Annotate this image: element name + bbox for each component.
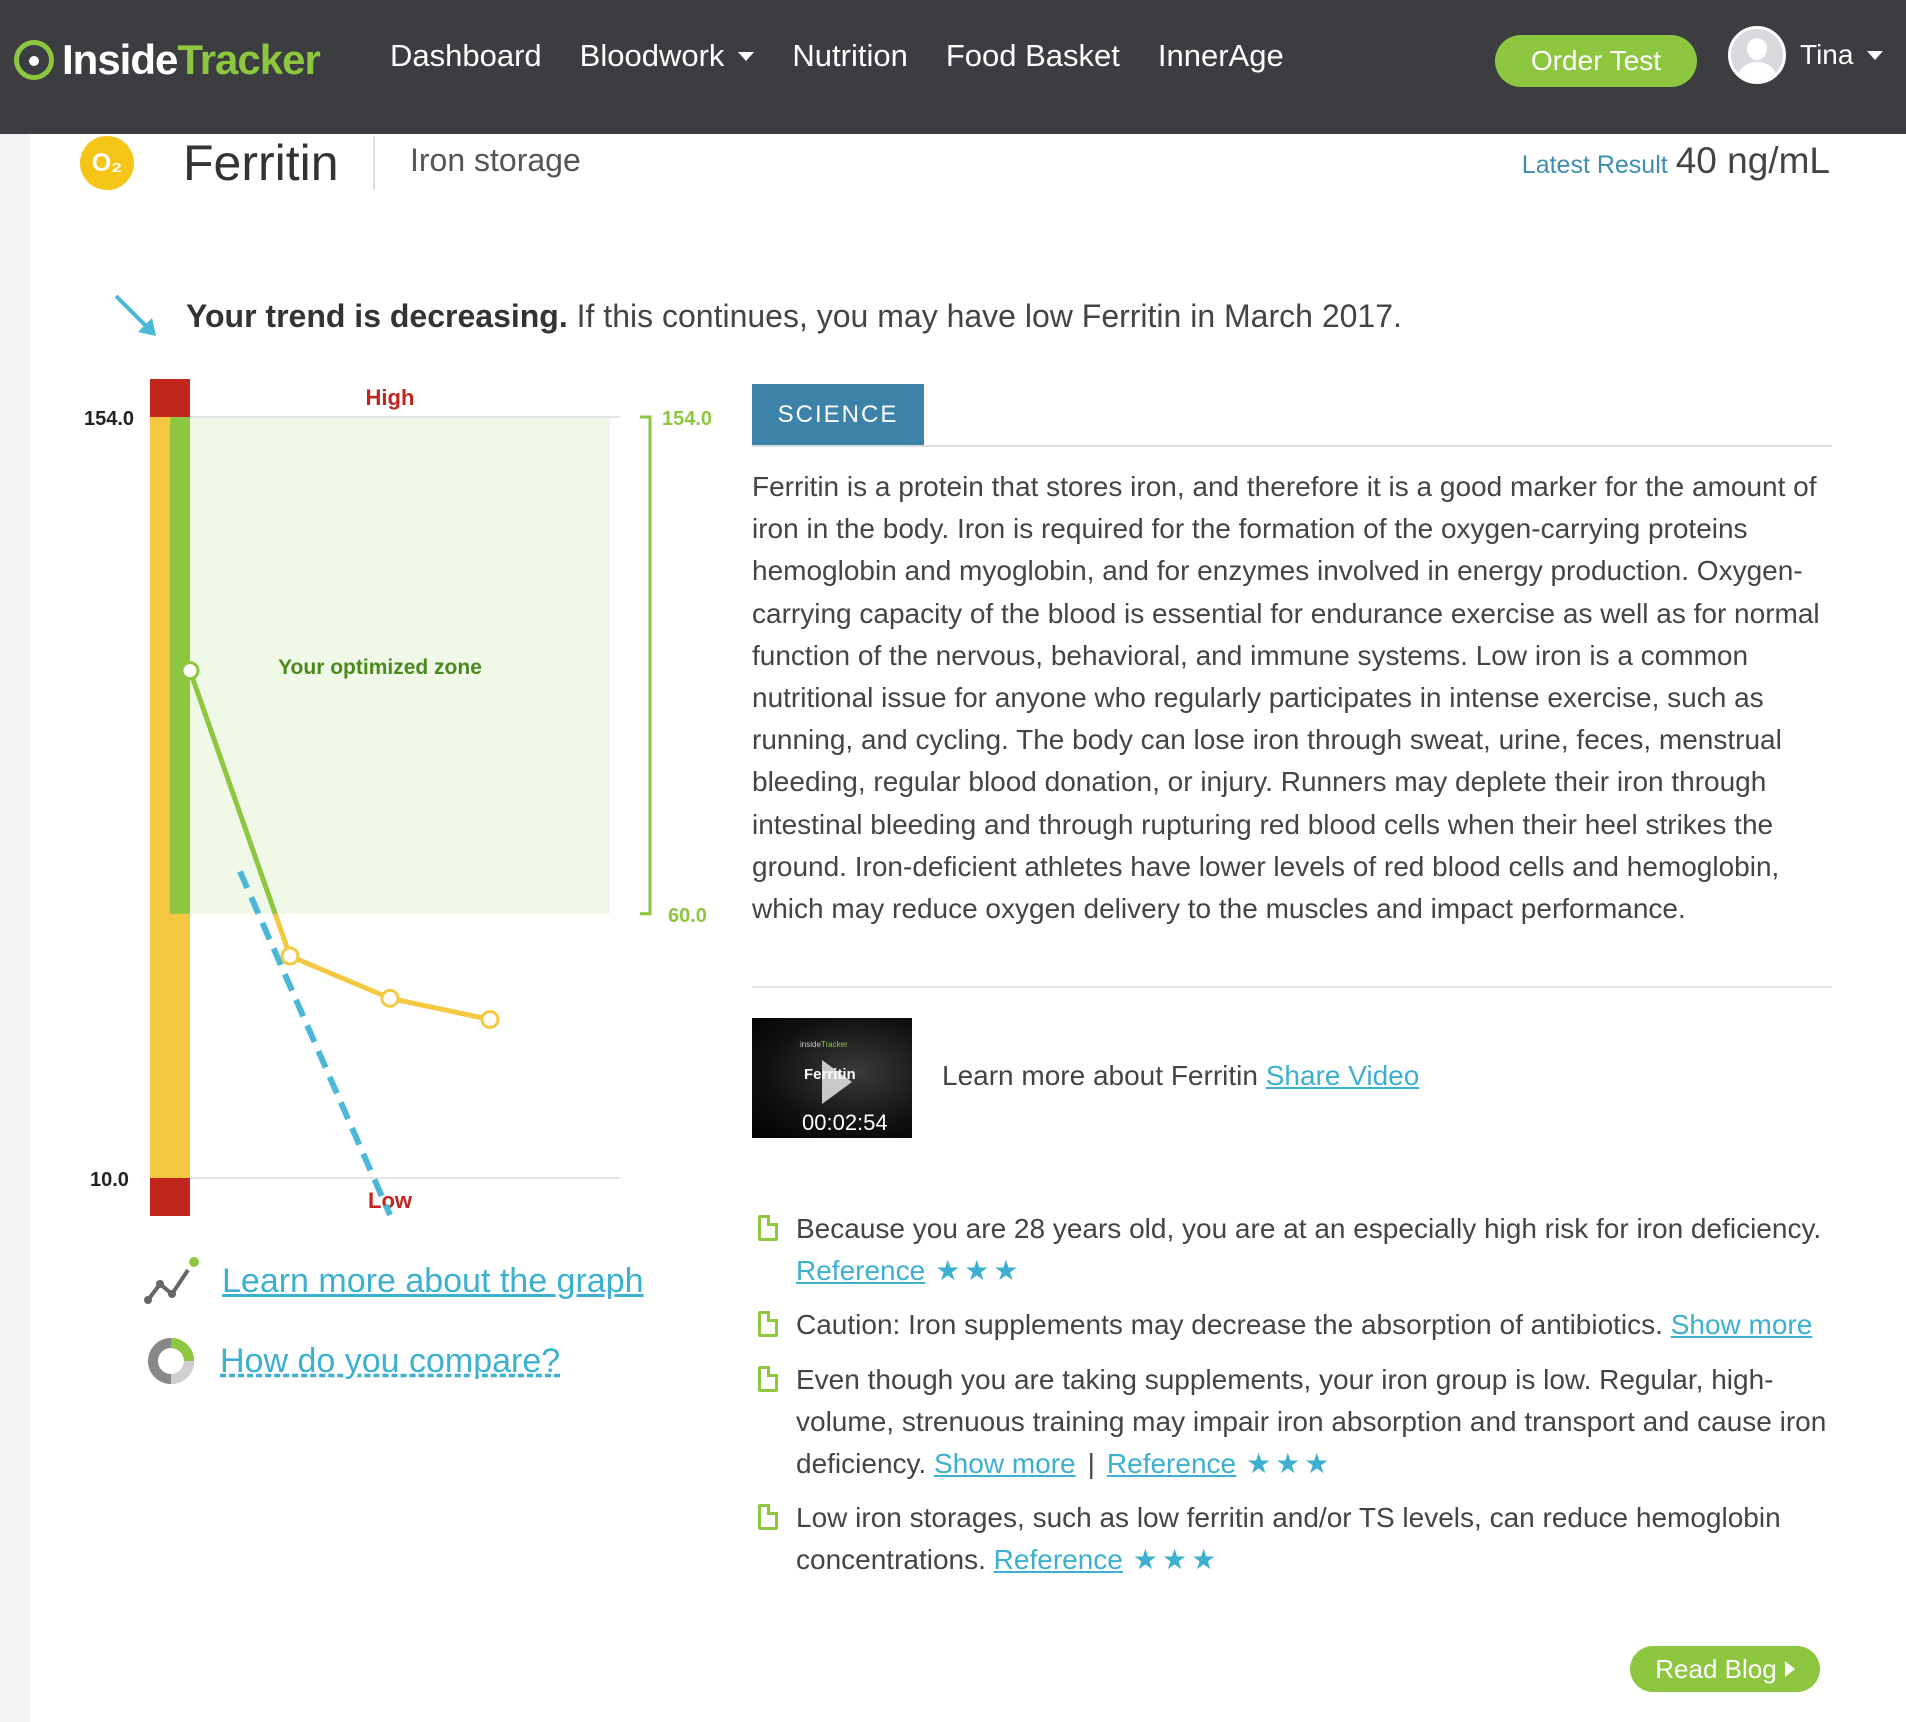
video-title: Ferritin: [804, 1066, 856, 1083]
chevron-down-icon: [738, 51, 755, 61]
read-blog-button[interactable]: Read Blog: [1630, 1646, 1820, 1692]
star-rating-icon: ★★★: [1246, 1448, 1334, 1480]
user-menu[interactable]: Tina: [1728, 26, 1884, 84]
latest-result-value: 40 ng/mL: [1675, 140, 1830, 181]
high-range-bar: [150, 379, 190, 417]
document-icon: [758, 1311, 778, 1338]
nav-food-basket-label: Food Basket: [945, 38, 1120, 73]
compare-row: How do you compare?: [146, 1336, 560, 1386]
trend-message-text: If this continues, you may have low Ferr…: [567, 298, 1402, 334]
read-blog-label: Read Blog: [1655, 1653, 1777, 1684]
facts-list: Because you are 28 years old, you are at…: [752, 1208, 1832, 1594]
user-name: Tina: [1800, 39, 1854, 70]
latest-result: Latest Result 40 ng/mL: [1522, 140, 1830, 182]
nav-bloodwork[interactable]: Bloodwork: [580, 38, 755, 74]
list-item: Low iron storages, such as low ferritin …: [752, 1497, 1832, 1581]
avatar: [1728, 26, 1786, 84]
video-logo-part1: inside: [800, 1040, 821, 1049]
nav-innerage-label: InnerAge: [1157, 38, 1284, 73]
optimized-low-label: 60.0: [668, 905, 707, 927]
nav-innerage[interactable]: InnerAge: [1158, 38, 1284, 74]
learn-graph-row: Learn more about the graph: [142, 1256, 644, 1306]
y-tick-label: 154.0: [84, 408, 134, 430]
science-description: Ferritin is a protein that stores iron, …: [752, 471, 1820, 925]
reference-link[interactable]: Reference: [796, 1255, 925, 1286]
logo-text-inside: Inside: [62, 36, 178, 83]
trend-message: Your trend is decreasing. If this contin…: [186, 298, 1402, 335]
video-caption-text: Learn more about Ferritin: [942, 1060, 1266, 1091]
fact-text: Low iron storages, such as low ferritin …: [796, 1502, 1781, 1576]
document-icon: [758, 1504, 778, 1531]
star-rating-icon: ★★★: [1132, 1544, 1221, 1576]
optimized-high-label: 154.0: [662, 408, 712, 430]
caret-right-icon: [1784, 1661, 1795, 1677]
tab-science[interactable]: SCIENCE: [752, 384, 924, 446]
video-caption: Learn more about Ferritin Share Video: [942, 1060, 1419, 1092]
logo-text-tracker: Tracker: [177, 36, 320, 83]
reference-link[interactable]: Reference: [994, 1544, 1123, 1575]
separator: |: [1087, 1448, 1095, 1480]
nav-nutrition[interactable]: Nutrition: [792, 38, 907, 74]
video-logo: insideTracker: [800, 1040, 848, 1049]
main-nav: Dashboard Bloodwork Nutrition Food Baske…: [390, 38, 1284, 74]
data-point: [180, 661, 200, 681]
fact-text: Caution: Iron supplements may decrease t…: [796, 1309, 1671, 1341]
optimized-range-bracket: [640, 415, 652, 916]
star-rating-icon: ★★★: [935, 1255, 1023, 1287]
order-test-button[interactable]: Order Test: [1495, 35, 1697, 87]
trend-message-bold: Your trend is decreasing.: [186, 298, 568, 334]
list-item: Because you are 28 years old, you are at…: [752, 1208, 1832, 1292]
top-navigation-bar: Inside Tracker Dashboard Bloodwork Nutrit…: [0, 0, 1906, 134]
page-title: Ferritin: [183, 135, 339, 191]
fact-text: Because you are 28 years old, you are at…: [796, 1213, 1822, 1244]
series-line-segment: [389, 995, 491, 1022]
insidetracker-logo[interactable]: Inside Tracker: [14, 30, 321, 90]
logo-drop-icon: [14, 40, 54, 80]
nav-dashboard[interactable]: Dashboard: [390, 38, 542, 74]
optimized-zone-label: Your optimized zone: [278, 656, 482, 679]
y-tick-label: 10.0: [90, 1169, 129, 1191]
oxygen-category-icon: O₂: [80, 136, 134, 190]
chevron-down-icon: [1867, 50, 1884, 60]
high-zone-label: High: [366, 385, 415, 410]
graph-icon: [144, 1257, 199, 1304]
ferritin-trend-chart[interactable]: 154.010.0HighLowYour optimized zone154.0…: [0, 360, 740, 1240]
trend-projection-line: [237, 870, 393, 1217]
video-duration: 00:02:54: [802, 1110, 888, 1135]
nav-food-basket[interactable]: Food Basket: [946, 38, 1120, 74]
page-subtitle: Iron storage: [410, 142, 581, 178]
show-more-link[interactable]: Show more: [934, 1448, 1076, 1479]
latest-result-label: Latest Result: [1521, 151, 1668, 179]
data-point: [380, 988, 400, 1008]
video-thumbnail[interactable]: insideTracker Ferritin 00:02:54: [752, 1018, 912, 1138]
document-icon: [758, 1215, 778, 1241]
low-range-bar: [150, 1178, 190, 1216]
nav-nutrition-label: Nutrition: [792, 38, 908, 73]
compare-link[interactable]: How do you compare?: [220, 1342, 560, 1381]
tab-underline: [752, 445, 1832, 447]
video-logo-part2: Tracker: [820, 1040, 848, 1049]
divider: [752, 986, 1832, 988]
donut-chart-icon: [148, 1338, 194, 1384]
nav-bloodwork-label: Bloodwork: [579, 38, 725, 73]
list-item: Even though you are taking supplements, …: [752, 1359, 1832, 1486]
series-line-segment: [289, 953, 391, 1001]
document-icon: [758, 1365, 778, 1392]
nav-dashboard-label: Dashboard: [390, 38, 542, 73]
trend-down-arrow-icon: [114, 294, 156, 336]
data-point: [280, 946, 300, 966]
learn-more-graph-link[interactable]: Learn more about the graph: [222, 1262, 644, 1301]
reference-link[interactable]: Reference: [1107, 1448, 1236, 1479]
title-divider: [373, 136, 375, 190]
list-item: Caution: Iron supplements may decrease t…: [752, 1304, 1832, 1346]
show-more-link[interactable]: Show more: [1671, 1309, 1813, 1340]
data-point: [480, 1009, 500, 1029]
share-video-link[interactable]: Share Video: [1266, 1060, 1420, 1091]
